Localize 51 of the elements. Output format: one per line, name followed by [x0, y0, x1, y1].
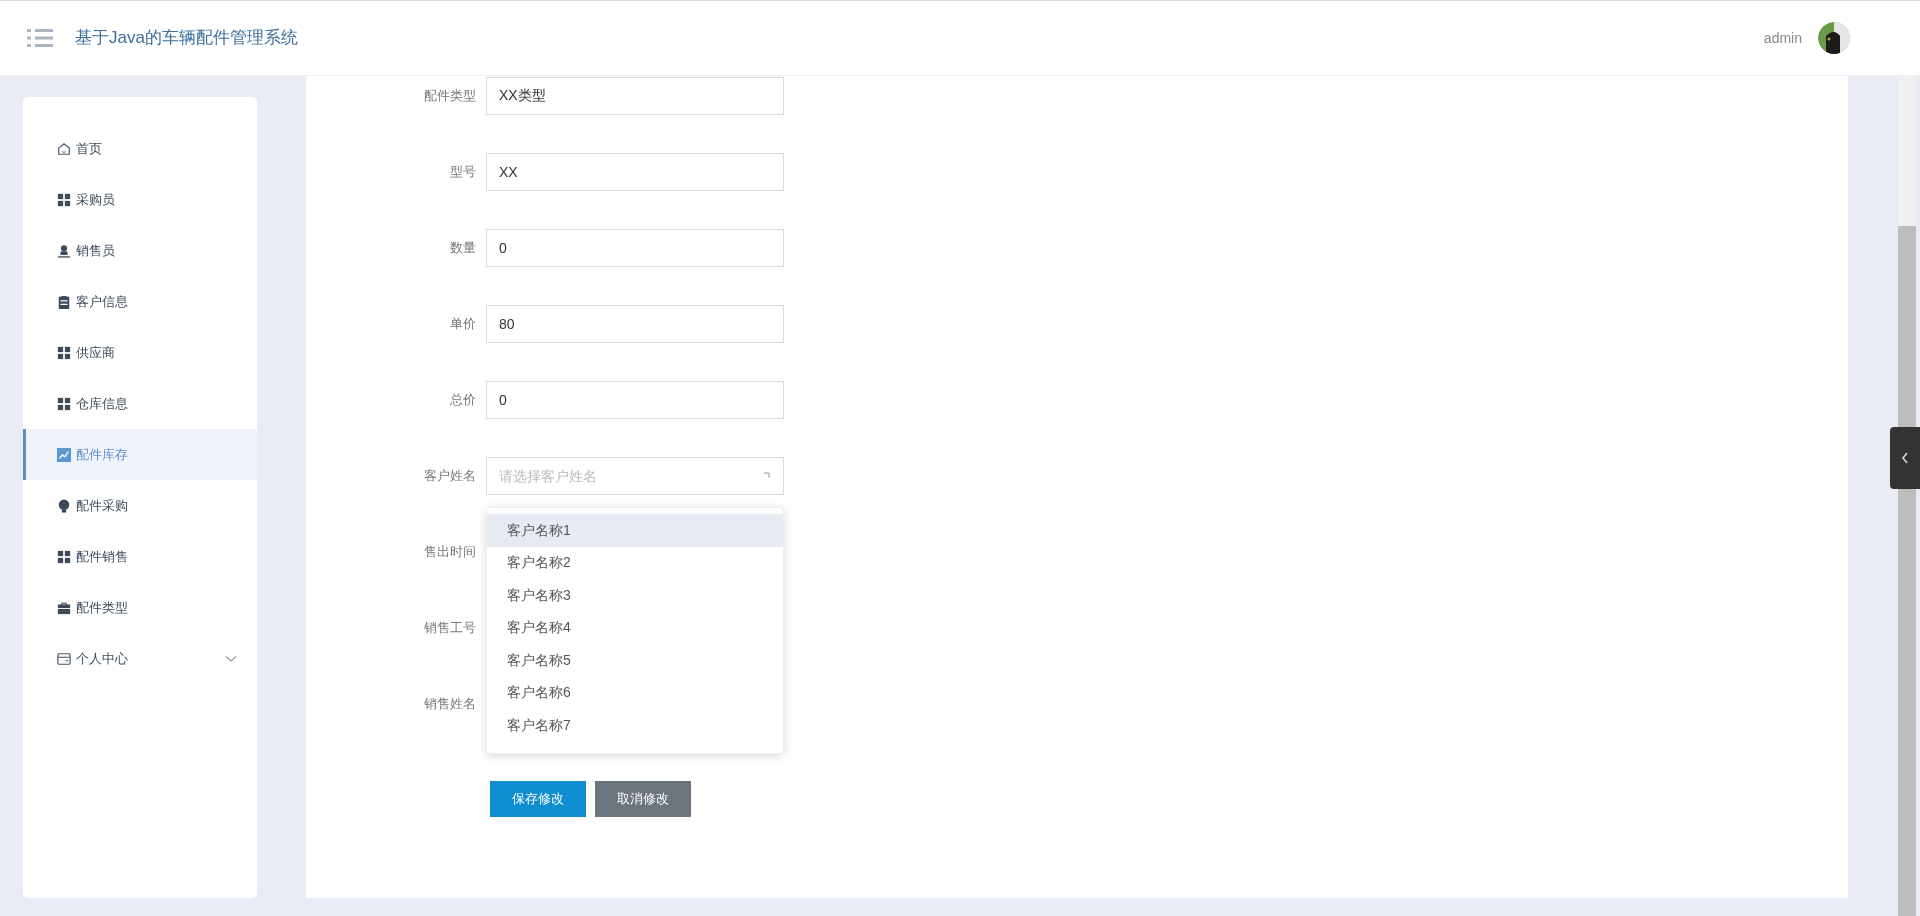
briefcase-icon [57, 600, 71, 615]
dropdown-option[interactable]: 客户名称4 [487, 611, 783, 644]
chevron-left-icon [1901, 452, 1909, 464]
field-label: 总价 [449, 391, 477, 410]
input-field[interactable]: XX类型 [486, 77, 784, 115]
menu-icon[interactable] [27, 28, 53, 48]
field-label: 售出时间 [423, 543, 477, 562]
app-title: 基于Java的车辆配件管理系统 [75, 27, 298, 50]
chart-icon [57, 447, 71, 462]
sidebar-item[interactable]: 个人中心 [23, 633, 257, 684]
sidebar-item[interactable]: 销售员 [23, 225, 257, 276]
cancel-button[interactable]: 取消修改 [595, 781, 691, 817]
field-label: 销售姓名 [423, 695, 477, 714]
sidebar-item[interactable]: 配件采购 [23, 480, 257, 531]
field-label: 客户姓名 [423, 467, 477, 486]
sidebar-item[interactable]: 供应商 [23, 327, 257, 378]
input-field[interactable]: 0 [486, 229, 784, 267]
input-field[interactable]: 80 [486, 305, 784, 343]
save-button[interactable]: 保存修改 [490, 781, 586, 817]
bulb-icon [57, 498, 71, 513]
sidebar-item[interactable]: 配件类型 [23, 582, 257, 633]
sidebar-item[interactable]: 采购员 [23, 174, 257, 225]
grid-icon [57, 396, 71, 411]
grid-icon [57, 345, 71, 360]
collapse-tab[interactable] [1890, 427, 1920, 489]
field-label: 配件类型 [423, 87, 477, 106]
dropdown-option[interactable]: 客户名称7 [487, 709, 783, 742]
dropdown-option[interactable]: 客户名称6 [487, 676, 783, 709]
input-field[interactable]: 0 [486, 381, 784, 419]
dropdown-option[interactable]: 客户名称2 [487, 546, 783, 579]
field-label: 销售工号 [423, 619, 477, 638]
user-name: admin [1763, 28, 1802, 48]
sidebar-item[interactable]: 仓库信息 [23, 378, 257, 429]
field-label: 单价 [449, 315, 477, 334]
grid-icon [57, 192, 71, 207]
clipboard-icon [57, 294, 71, 309]
sidebar-item[interactable]: 首页 [23, 123, 257, 174]
card-icon [57, 651, 71, 666]
scrollbar[interactable] [1898, 76, 1916, 916]
caret-icon [763, 472, 771, 480]
dropdown-option[interactable]: 客户名称5 [487, 644, 783, 677]
home-icon [57, 141, 71, 156]
dropdown-option[interactable]: 客户名称3 [487, 579, 783, 612]
field-label: 型号 [449, 163, 477, 182]
field-label: 数量 [449, 239, 477, 258]
sidebar-item[interactable]: 配件销售 [23, 531, 257, 582]
dropdown-option[interactable]: 客户名称1 [487, 514, 783, 547]
user-icon [57, 243, 71, 258]
grid-icon [57, 549, 71, 564]
sidebar-item[interactable]: 客户信息 [23, 276, 257, 327]
input-field[interactable]: XX [486, 153, 784, 191]
